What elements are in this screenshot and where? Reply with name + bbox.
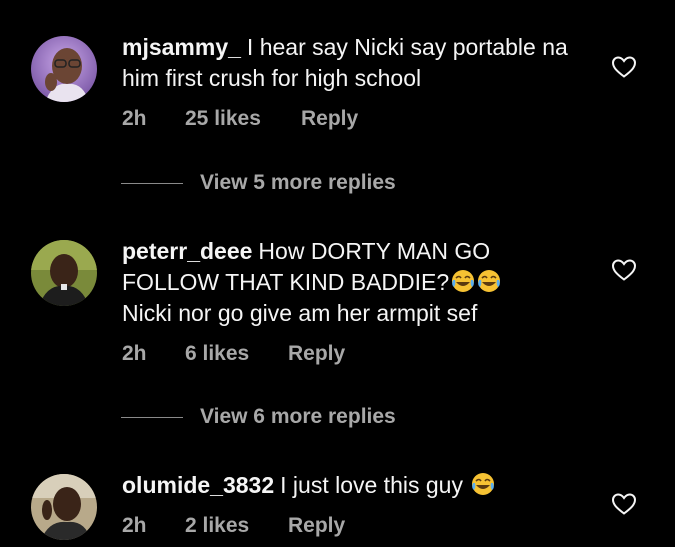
timestamp: 2h: [122, 107, 147, 130]
likes-count[interactable]: 6 likes: [185, 342, 288, 366]
view-more-replies[interactable]: View 5 more replies: [121, 171, 396, 195]
comment-text: mjsammy_ I hear say Nicki say portable na…: [122, 32, 592, 94]
likes-count[interactable]: 25 likes: [185, 107, 301, 131]
comment-text: olumide_3832 I just love this guy: [122, 470, 592, 501]
heart-icon[interactable]: [611, 492, 637, 516]
reply-button[interactable]: Reply: [301, 107, 358, 131]
timestamp: 2h: [122, 342, 147, 365]
heart-icon[interactable]: [611, 258, 637, 282]
heart-icon[interactable]: [611, 55, 637, 79]
username[interactable]: olumide_3832: [122, 472, 274, 498]
face-with-tears-of-joy-icon: [471, 472, 495, 496]
comment-meta: 2h 2 likes Reply: [122, 514, 345, 538]
comment-text: peterr_deee How DORTY MAN GO FOLLOW THAT …: [122, 236, 592, 329]
view-replies-label[interactable]: View 5 more replies: [200, 171, 396, 195]
avatar[interactable]: [31, 240, 97, 306]
view-replies-label[interactable]: View 6 more replies: [200, 405, 396, 429]
timestamp: 2h: [122, 514, 147, 537]
comment-meta: 2h 25 likes Reply: [122, 107, 358, 131]
divider: [121, 416, 183, 418]
comment-body-line2: Nicki nor go give am her armpit sef: [122, 300, 478, 326]
divider: [121, 182, 183, 184]
face-with-tears-of-joy-icon: [451, 269, 475, 293]
avatar[interactable]: [31, 474, 97, 540]
view-more-replies[interactable]: View 6 more replies: [121, 405, 396, 429]
likes-count[interactable]: 2 likes: [185, 514, 288, 538]
username[interactable]: peterr_deee: [122, 238, 252, 264]
comment-body: I just love this guy: [280, 472, 463, 498]
face-with-tears-of-joy-icon: [477, 269, 501, 293]
username[interactable]: mjsammy_: [122, 34, 241, 60]
reply-button[interactable]: Reply: [288, 514, 345, 538]
reply-button[interactable]: Reply: [288, 342, 345, 366]
avatar[interactable]: [31, 36, 97, 102]
comment-meta: 2h 6 likes Reply: [122, 342, 345, 366]
